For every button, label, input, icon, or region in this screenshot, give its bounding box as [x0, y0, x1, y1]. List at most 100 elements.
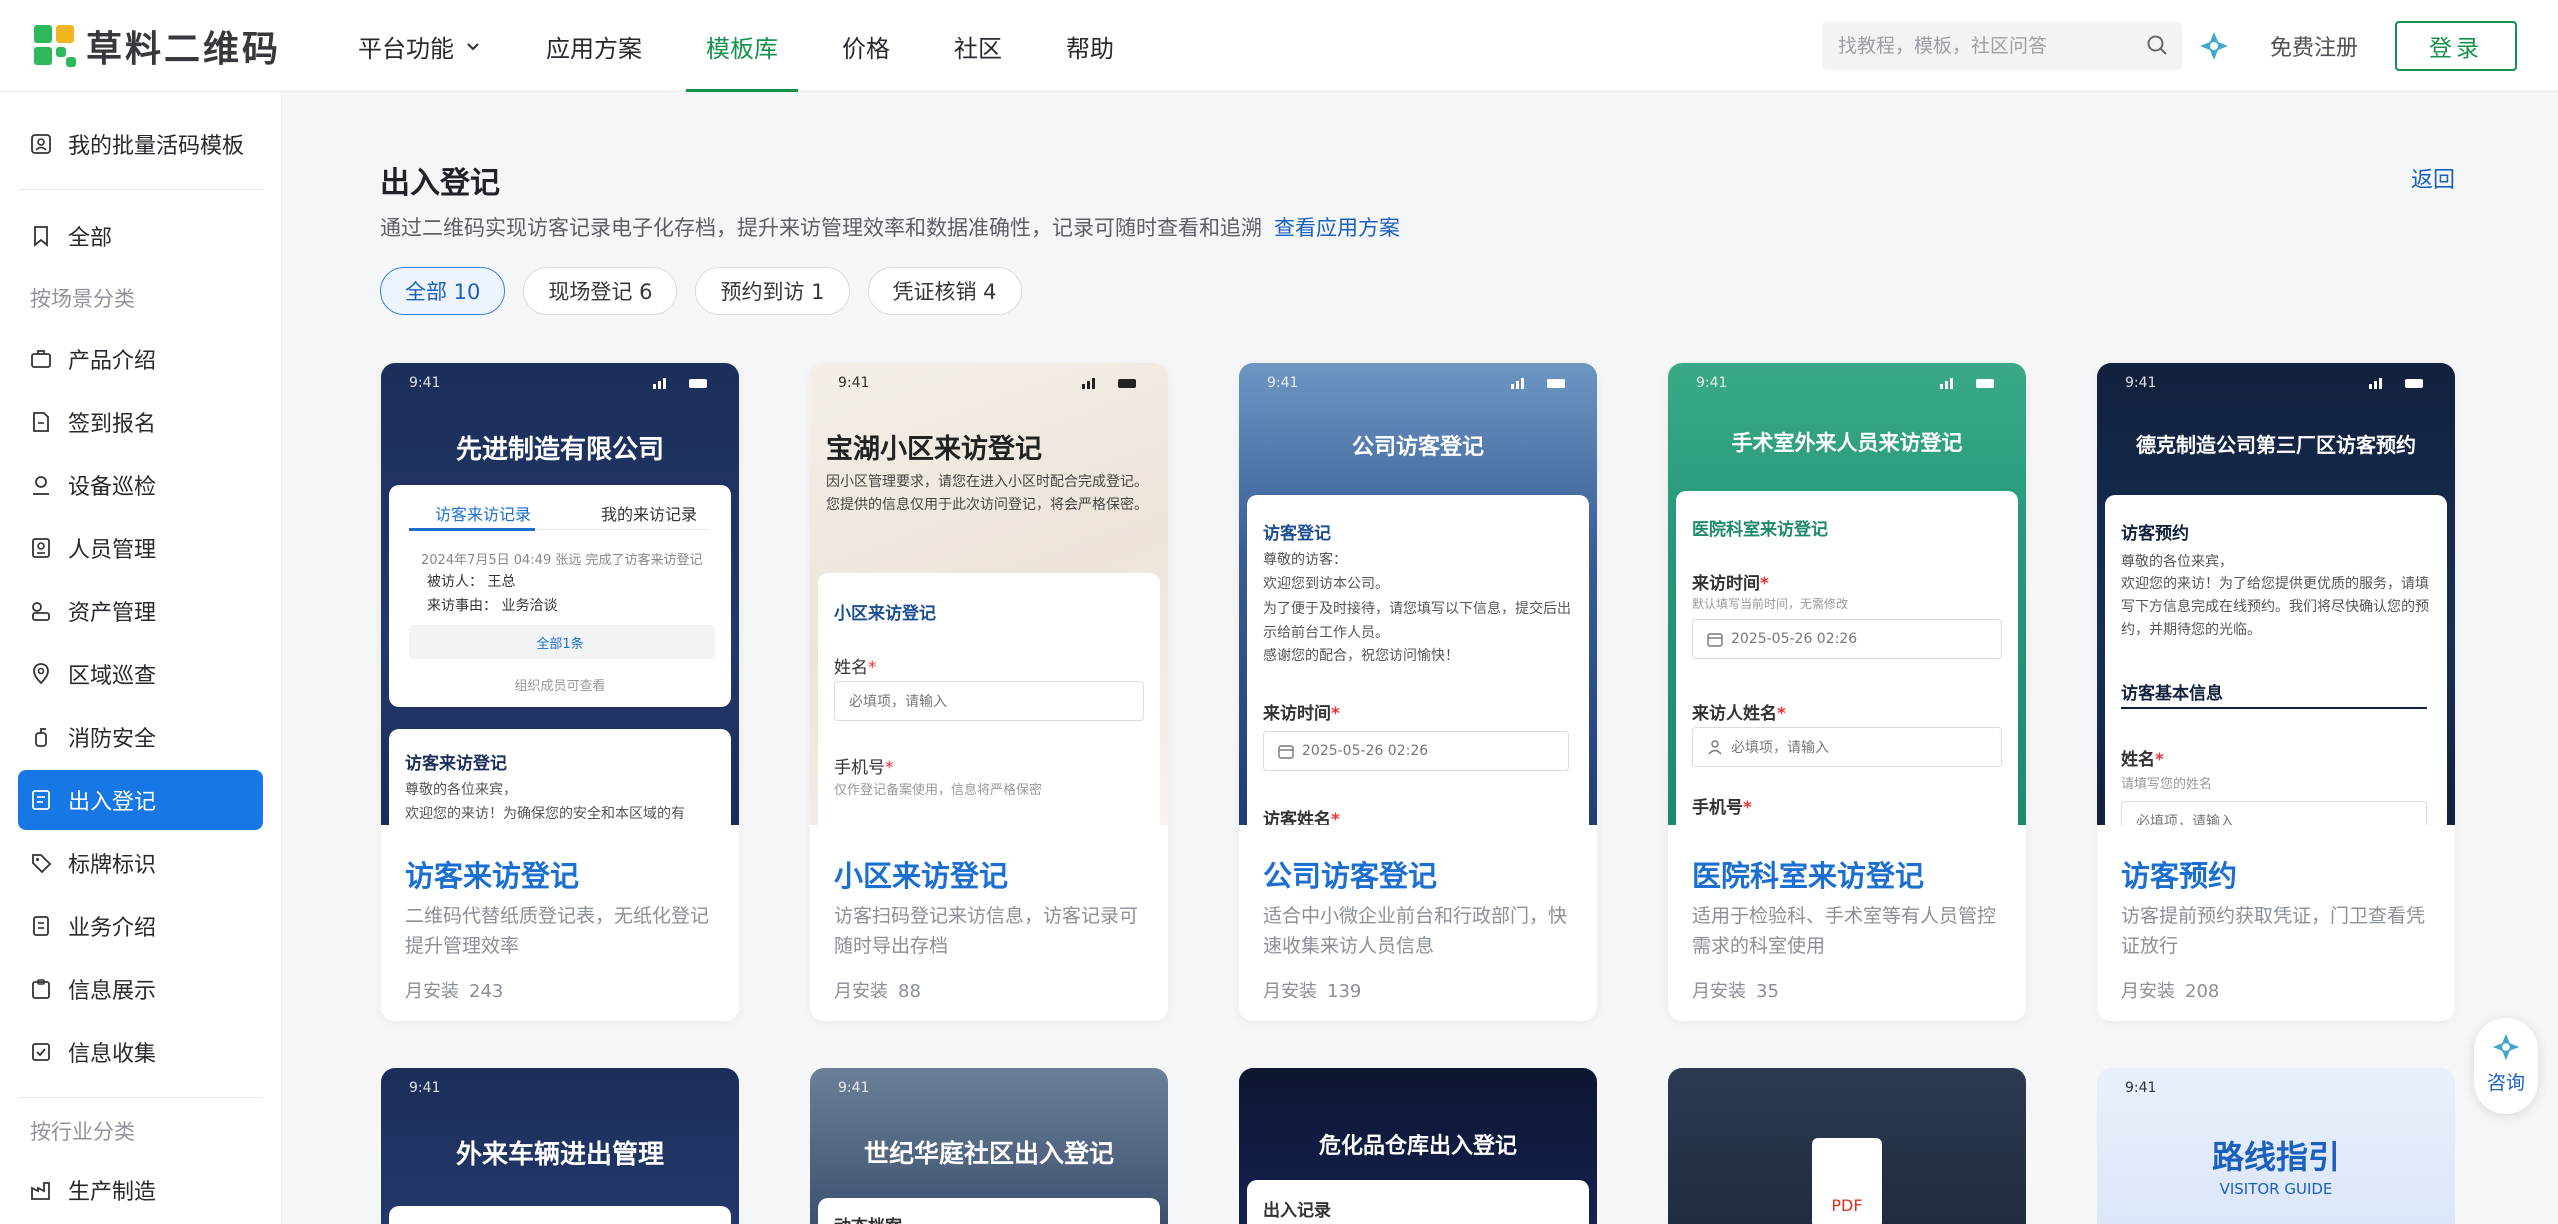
logo-text: 草料二维码 — [86, 29, 282, 70]
template-card-community[interactable]: 9:41 宝湖小区来访登记 因小区管理要求，请您在进入小区时配合完成登记。您提供… — [810, 363, 1168, 1021]
template-card-hazmat[interactable]: 危化品仓库出入登记 出入记录 — [1239, 1068, 1597, 1224]
preview-panel: 小区来访登记 姓名* 必填项，请输入 手机号* 仅作登记备案使用，信息将严格保密 — [818, 573, 1160, 825]
sidebar-item-fire-safety[interactable]: 消防安全 — [18, 707, 263, 767]
sidebar-item-label: 人员管理 — [68, 538, 157, 563]
preview-time-field: 2025-05-26 02:26 — [1692, 619, 2002, 659]
sidebar-item-business-intro[interactable]: 业务介绍 — [18, 896, 263, 956]
nav-help[interactable]: 帮助 — [1046, 0, 1134, 92]
card-installs: 月安装 88 — [834, 981, 921, 1002]
preview-text: 尊敬的各位来宾， — [405, 782, 517, 798]
card-description: 适合中小微企业前台和行政部门，快速收集来访人员信息 — [1263, 905, 1568, 957]
sidebar-item-info-collection[interactable]: 信息收集 — [18, 1022, 263, 1082]
edit-document-icon — [33, 412, 49, 432]
filter-chips: 全部 10 现场登记 6 预约到访 1 凭证核销 4 — [380, 267, 1022, 315]
preview-section: 访客来访登记 — [405, 754, 507, 774]
preview-field-label: 来访时间* — [1263, 704, 1340, 724]
nav-template-library[interactable]: 模板库 — [686, 0, 798, 92]
template-card-appointment[interactable]: 9:41 德克制造公司第三厂区访客预约 访客预约 尊敬的各位来宾， 欢迎您的来访… — [2097, 363, 2455, 1021]
preview-text: 欢迎您的来访！为了给您提供更优质的服务，请填写下方信息完成在线预约。我们将尽快确… — [2121, 576, 2429, 638]
preview-name-field: 必填项，请输入 — [834, 681, 1144, 721]
card-installs: 月安装 139 — [1263, 981, 1362, 1002]
status-time: 9:41 — [409, 1080, 441, 1096]
sidebar-item-staff-management[interactable]: 人员管理 — [18, 518, 263, 578]
nav-community[interactable]: 社区 — [934, 0, 1022, 92]
template-preview: 9:41 公司访客登记 访客登记 尊敬的访客： 欢迎您到访本公司。 为了便于及时… — [1239, 363, 1597, 825]
preview-hint: 仅作登记备案使用，信息将严格保密 — [834, 783, 1043, 798]
template-card-hospital[interactable]: 9:41 手术室外来人员来访登记 医院科室来访登记 来访时间* 默认填写当前时间… — [1668, 363, 2026, 1021]
status-time: 9:41 — [2125, 1080, 2157, 1096]
template-card-visitor[interactable]: 9:41 先进制造有限公司 访客来访记录 我的来访记录 2024年7月5日 04… — [381, 363, 739, 1021]
filter-voucher[interactable]: 凭证核销 4 — [867, 267, 1022, 315]
checkbox-list-icon — [32, 1043, 50, 1061]
template-card-pdf[interactable]: PDF — [1668, 1068, 2026, 1224]
fire-extinguisher-icon — [35, 728, 47, 747]
filter-appointment[interactable]: 预约到访 1 — [695, 267, 850, 315]
nav-platform-features[interactable]: 平台功能 — [338, 0, 502, 92]
sidebar-item-all[interactable]: 全部 — [18, 206, 263, 266]
preview-org-view: 组织成员可查看 — [514, 679, 606, 694]
assistant-icon[interactable] — [2196, 28, 2232, 64]
preview-hint: 请填写您的姓名 — [2121, 777, 2213, 792]
card-title: 访客来访登记 — [405, 859, 580, 893]
sidebar-item-label: 生产制造 — [68, 1180, 157, 1205]
search-icon[interactable] — [2146, 34, 2168, 56]
nav-label: 社区 — [954, 34, 1002, 63]
card-installs: 月安装 35 — [1692, 981, 1779, 1002]
status-time: 9:41 — [1267, 375, 1299, 391]
nav-solutions[interactable]: 应用方案 — [526, 0, 662, 92]
consult-label: 咨询 — [2486, 1072, 2525, 1094]
logo-icon — [34, 25, 76, 67]
sidebar-item-label: 全部 — [68, 226, 113, 251]
status-bar-icons — [1511, 378, 1565, 389]
sidebar-item-my-batch-templates[interactable]: 我的批量活码模板 — [18, 114, 263, 174]
sidebar-item-info-display[interactable]: 信息展示 — [18, 959, 263, 1019]
template-icon — [31, 134, 51, 154]
preview-log: 2024年7月5日 04:49 张远 完成了访客来访登记 — [421, 553, 703, 568]
sidebar-item-manufacturing[interactable]: 生产制造 — [18, 1160, 263, 1220]
search-input[interactable] — [1838, 35, 2138, 57]
sidebar-item-label: 业务介绍 — [68, 916, 157, 941]
card-description: 适用于检验科、手术室等有人员管控需求的科室使用 — [1692, 905, 1997, 957]
calendar-icon — [1707, 633, 1723, 647]
preview-field-label: 访客姓名* — [1263, 810, 1340, 825]
preview-title: 先进制造有限公司 — [455, 435, 664, 465]
preview-field-label: 来访时间* — [1692, 574, 1769, 594]
sidebar-item-entry-registration[interactable]: 出入登记 — [18, 770, 263, 830]
preview-panel: 访客预约 尊敬的各位来宾， 欢迎您的来访！为了给您提供更优质的服务，请填写下方信… — [2105, 495, 2447, 825]
preview-text: 欢迎您到访本公司。 — [1263, 576, 1389, 592]
consult-button[interactable]: 咨询 — [2474, 1018, 2538, 1114]
sidebar-item-label: 设备巡检 — [68, 475, 157, 500]
back-link[interactable]: 返回 — [2411, 162, 2455, 194]
sidebar-item-asset-management[interactable]: 资产管理 — [18, 581, 263, 641]
template-card-residence[interactable]: 9:41 世纪华庭社区出入登记 动态档案 — [810, 1068, 1168, 1224]
status-time: 9:41 — [838, 375, 870, 391]
preview-section: 访客预约 — [2121, 524, 2189, 544]
sidebar-item-sign-in[interactable]: 签到报名 — [18, 392, 263, 452]
sidebar-panel: 我的批量活码模板 全部 按场景分类 产品介绍 签到报名 设备巡检 人员管理 资产… — [0, 92, 282, 1224]
login-button[interactable]: 登录 — [2395, 21, 2517, 71]
page-description: 通过二维码实现访客记录电子化存档，提升来访管理效率和数据准确性，记录可随时查看和… — [380, 212, 1400, 242]
nav-label: 平台功能 — [358, 34, 454, 63]
sidebar-item-area-patrol[interactable]: 区域巡查 — [18, 644, 263, 704]
document-icon — [33, 916, 49, 936]
preview-name-field: 必填项，请输入 — [1692, 727, 2002, 767]
preview-title: 路线指引 — [2211, 1138, 2340, 1176]
preview-panel: 访客登记 尊敬的访客： 欢迎您到访本公司。 为了便于及时接待，请您填写以下信息，… — [1247, 495, 1589, 825]
preview-section: 访客登记 — [1263, 524, 1331, 544]
card-title: 公司访客登记 — [1263, 859, 1438, 893]
filter-onsite[interactable]: 现场登记 6 — [523, 267, 678, 315]
preview-field-label: 姓名* — [2121, 750, 2164, 770]
view-solution-link[interactable]: 查看应用方案 — [1274, 216, 1400, 240]
template-preview: 9:41 先进制造有限公司 访客来访记录 我的来访记录 2024年7月5日 04… — [381, 363, 739, 825]
logo[interactable]: 草料二维码 — [34, 24, 281, 70]
description-text: 通过二维码实现访客记录电子化存档，提升来访管理效率和数据准确性，记录可随时查看和… — [380, 216, 1262, 240]
sidebar-item-equipment-inspection[interactable]: 设备巡检 — [18, 455, 263, 515]
register-link[interactable]: 免费注册 — [2270, 30, 2358, 62]
nav-pricing[interactable]: 价格 — [822, 0, 910, 92]
sidebar-item-signage[interactable]: 标牌标识 — [18, 833, 263, 893]
template-card-company[interactable]: 9:41 公司访客登记 访客登记 尊敬的访客： 欢迎您到访本公司。 为了便于及时… — [1239, 363, 1597, 1021]
filter-all[interactable]: 全部 10 — [380, 267, 506, 315]
template-card-route-guide[interactable]: 9:41 路线指引 VISITOR GUIDE — [2097, 1068, 2455, 1224]
template-card-vehicle[interactable]: 9:41 外来车辆进出管理 — [381, 1068, 739, 1224]
sidebar-item-product-intro[interactable]: 产品介绍 — [18, 329, 263, 389]
